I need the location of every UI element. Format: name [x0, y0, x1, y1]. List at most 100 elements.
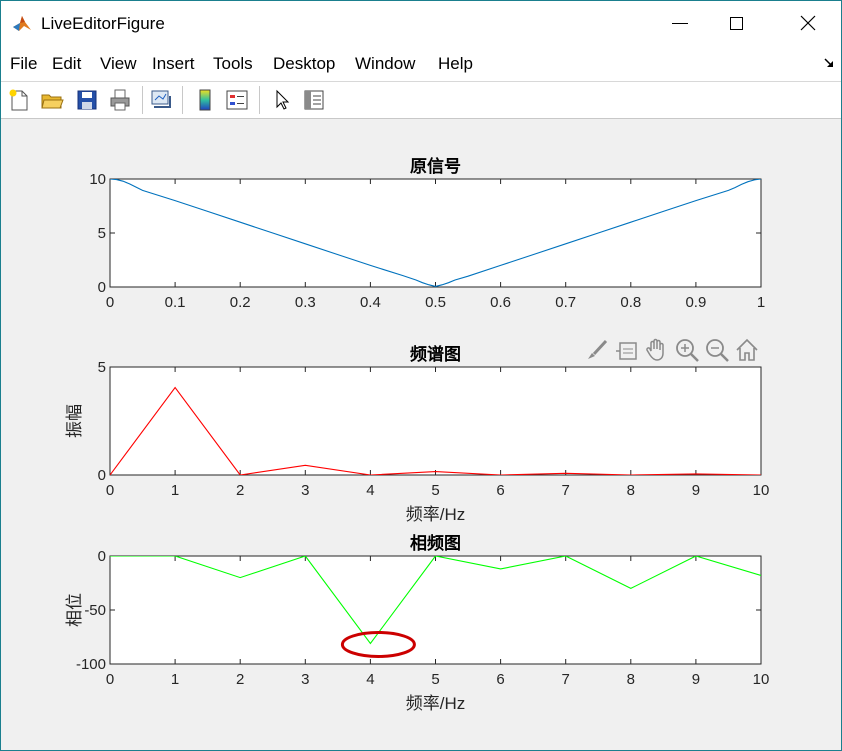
link-plot-button[interactable]	[147, 86, 175, 114]
x-tick-label: 6	[496, 671, 504, 688]
matlab-logo-icon	[13, 16, 31, 31]
link-plot-icon	[151, 90, 171, 108]
close-button[interactable]	[785, 1, 831, 45]
axes-box	[109, 178, 762, 288]
x-tick-label: 4	[366, 671, 374, 688]
x-tick-label: 1	[171, 671, 179, 688]
zoom-in-icon[interactable]	[674, 337, 700, 363]
y-axis-label: 相位	[65, 593, 84, 627]
x-tick-label: 5	[431, 482, 439, 499]
x-tick-label: 1	[171, 482, 179, 499]
dock-arrow-icon[interactable]	[823, 57, 835, 69]
y-tick-label: 5	[98, 225, 106, 242]
y-tick-label: 0	[98, 548, 106, 565]
colorbar-icon	[199, 89, 211, 111]
x-tick-label: 5	[431, 671, 439, 688]
axes-2: 0 1 2 3 4 5 6 7 8 9 10 0 5 频谱图频率/Hz 振幅	[65, 344, 769, 524]
x-tick-label: 8	[627, 482, 635, 499]
x-tick-label: 3	[301, 671, 309, 688]
title-bar[interactable]: LiveEditorFigure	[1, 1, 841, 45]
figure-canvas: 0 0.1 0.2 0.3 0.4 0.5 0.6 0.7 0.8 0.9 10510原信号0 1 2 3…	[65, 156, 769, 713]
print-button[interactable]	[106, 86, 134, 114]
x-tick-label: 0.5	[425, 294, 446, 311]
menu-file[interactable]: File	[10, 54, 37, 74]
maximize-button[interactable]	[713, 1, 759, 45]
menu-tools[interactable]: Tools	[213, 54, 253, 74]
x-axis-label: 频率/Hz	[406, 505, 466, 524]
x-tick-label: 7	[562, 671, 570, 688]
legend-icon	[226, 90, 248, 110]
pointer-icon	[276, 89, 290, 110]
x-tick-label: 10	[753, 482, 770, 499]
menu-desktop[interactable]: Desktop	[273, 54, 335, 74]
x-tick-label: 0	[106, 294, 114, 311]
minimize-icon	[672, 22, 688, 24]
y-tick-label: 0	[98, 467, 106, 484]
x-tick-label: 0.3	[295, 294, 316, 311]
x-tick-label: 0.6	[490, 294, 511, 311]
figure-window: LiveEditorFigure File Edit View Insert T…	[0, 0, 842, 751]
new-figure-icon	[9, 89, 28, 111]
axes-title: 相频图	[410, 533, 461, 553]
brush-icon[interactable]	[584, 337, 610, 363]
y-tick-label: -50	[84, 602, 106, 619]
y-tick-label: 10	[89, 171, 106, 188]
property-inspector-button[interactable]	[300, 86, 328, 114]
x-tick-label: 0	[106, 671, 114, 688]
x-tick-label: 0.8	[620, 294, 641, 311]
window-title: LiveEditorFigure	[41, 14, 165, 33]
toolbar-separator	[259, 86, 260, 114]
zoom-out-icon[interactable]	[704, 337, 730, 363]
x-tick-label: 9	[692, 482, 700, 499]
menu-view[interactable]: View	[100, 54, 137, 74]
property-inspector-icon	[304, 90, 324, 110]
x-tick-label: 0.4	[360, 294, 381, 311]
y-axis-label: 振幅	[65, 404, 84, 438]
axes-title: 原信号	[410, 156, 461, 176]
pointer-button[interactable]	[267, 86, 295, 114]
data-tip-icon[interactable]	[614, 337, 640, 363]
menu-help[interactable]: Help	[438, 54, 473, 74]
axes-box	[109, 366, 762, 476]
x-axis-label: 频率/Hz	[406, 694, 466, 713]
save-button[interactable]	[73, 86, 101, 114]
open-file-icon	[41, 94, 64, 109]
x-tick-label: 3	[301, 482, 309, 499]
menu-edit[interactable]: Edit	[52, 54, 81, 74]
figure-toolbar	[1, 82, 841, 119]
x-tick-label: 10	[753, 671, 770, 688]
x-tick-label: 2	[236, 482, 244, 499]
menu-bar: File Edit View Insert Tools Desktop Wind…	[1, 45, 841, 82]
x-tick-label: 4	[366, 482, 374, 499]
y-tick-label: 5	[98, 359, 106, 376]
x-tick-label: 6	[496, 482, 504, 499]
axes-1: 0 0.1 0.2 0.3 0.4 0.5 0.6 0.7 0.8 0.9 10510原信号	[89, 156, 765, 311]
legend-button[interactable]	[223, 86, 251, 114]
pan-hand-icon[interactable]	[644, 337, 670, 363]
x-tick-label: 8	[627, 671, 635, 688]
maximize-icon	[729, 16, 743, 30]
menu-insert[interactable]: Insert	[152, 54, 195, 74]
x-tick-label: 9	[692, 671, 700, 688]
y-tick-label: 0	[98, 279, 106, 296]
axes-3: 0 1 2 3 4 5 6 7 8 9 10 -100 -50 0 相频图频率/Hz 相位	[65, 533, 769, 713]
y-tick-label: -100	[76, 656, 106, 673]
toolbar-separator	[142, 86, 143, 114]
x-tick-label: 1	[757, 294, 765, 311]
menu-window[interactable]: Window	[355, 54, 415, 74]
axes-toolbar	[584, 337, 760, 363]
x-tick-label: 0.9	[685, 294, 706, 311]
x-tick-label: 0	[106, 482, 114, 499]
close-icon	[800, 15, 816, 31]
new-figure-button[interactable]	[5, 86, 33, 114]
open-file-button[interactable]	[38, 86, 66, 114]
home-icon[interactable]	[734, 337, 760, 363]
print-icon	[110, 89, 130, 111]
toolbar-separator	[182, 86, 183, 114]
minimize-button[interactable]	[657, 1, 703, 45]
x-tick-label: 0.7	[555, 294, 576, 311]
x-tick-label: 7	[562, 482, 570, 499]
x-tick-label: 0.1	[165, 294, 186, 311]
x-tick-label: 0.2	[230, 294, 251, 311]
colorbar-button[interactable]	[191, 86, 219, 114]
